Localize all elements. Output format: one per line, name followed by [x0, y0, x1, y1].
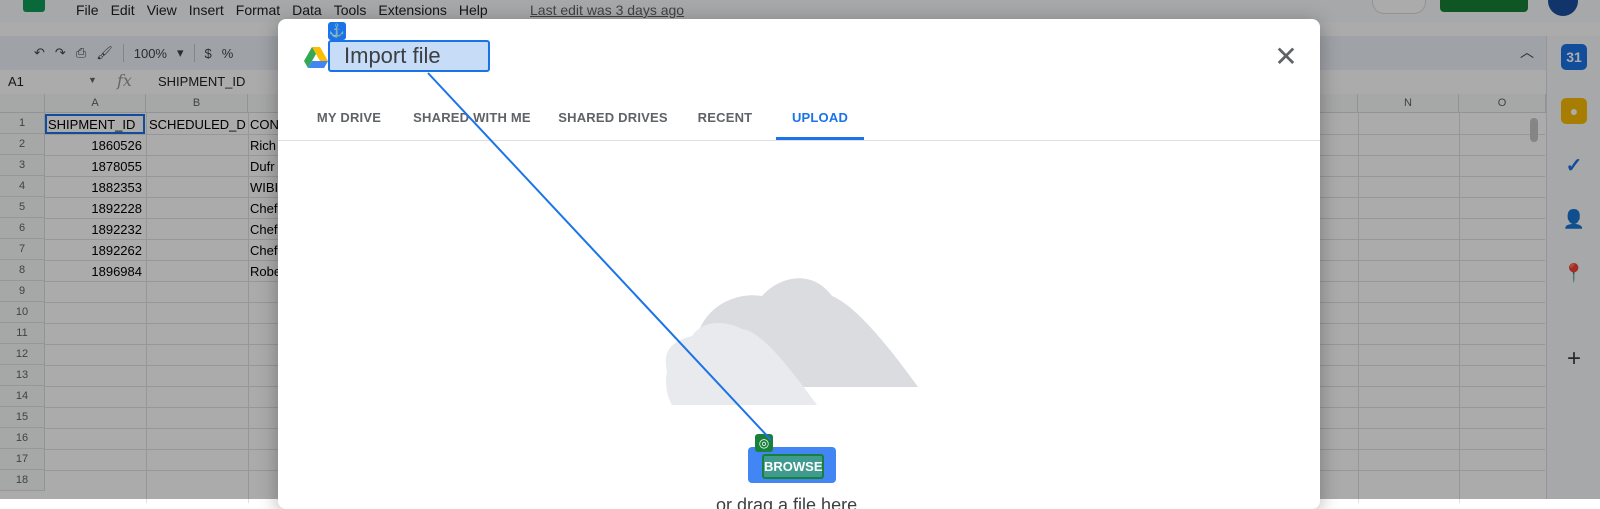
connector-line [427, 72, 772, 441]
annotation-connector [427, 72, 772, 441]
